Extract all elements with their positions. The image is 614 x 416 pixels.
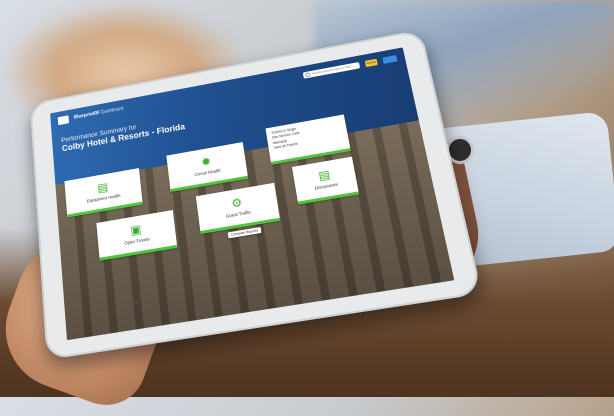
router-icon: ▤ — [97, 181, 109, 194]
search-button[interactable]: Search — [365, 58, 378, 66]
document-icon: ▤ — [317, 168, 330, 181]
brand-name: BlueprintRF Dashboard — [74, 106, 124, 120]
sun-icon: ✹ — [201, 155, 212, 168]
search-icon — [305, 72, 311, 77]
ticket-icon: ▣ — [130, 223, 142, 236]
menu-button[interactable] — [382, 55, 397, 64]
gear-icon: ⚙ — [231, 196, 243, 209]
tablet-screen: BlueprintRF Dashboard Search a device na… — [50, 47, 454, 340]
photo-scene: BlueprintRF Dashboard Search a device na… — [0, 0, 614, 397]
logo-icon — [58, 115, 69, 125]
